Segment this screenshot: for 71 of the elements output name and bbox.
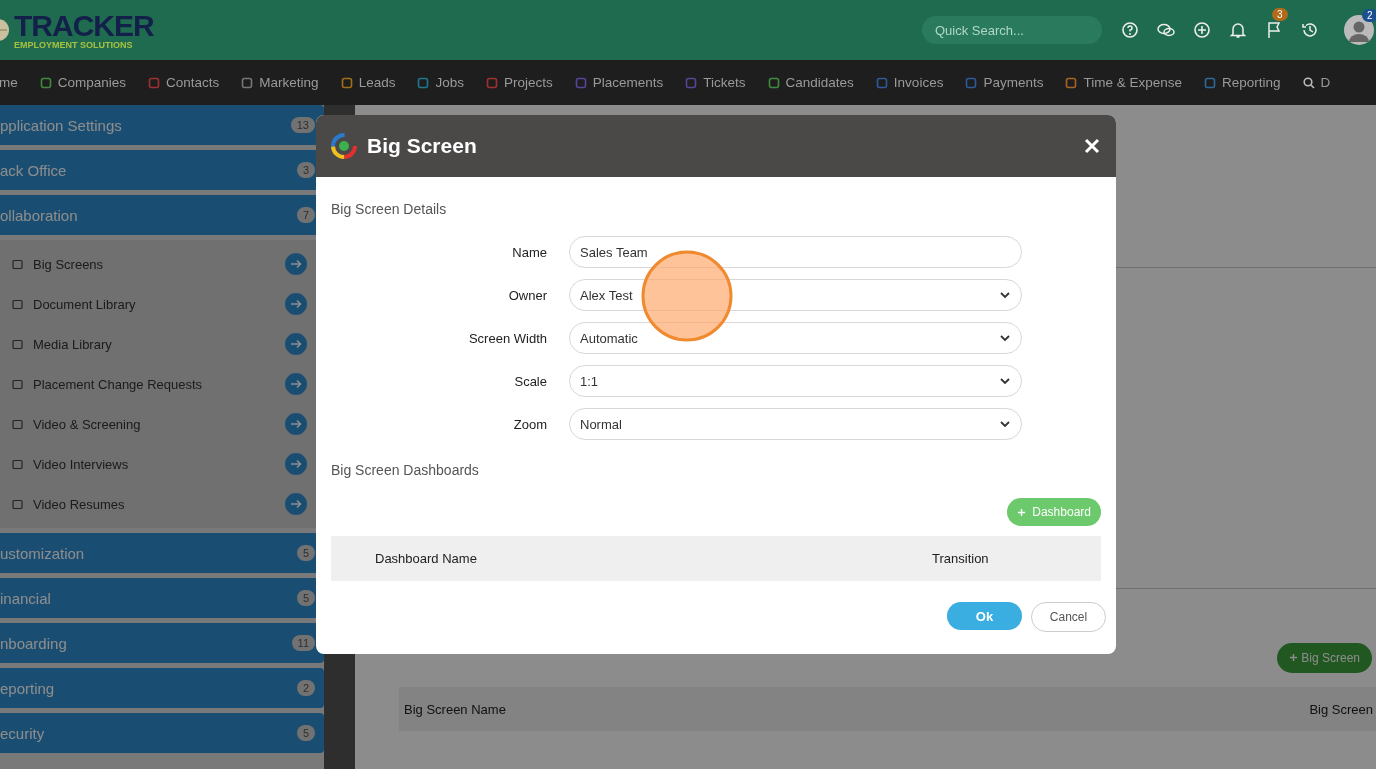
column-header: Big Screen: [1309, 701, 1373, 717]
sidebar-item[interactable]: Video & Screening: [0, 404, 324, 444]
select-field[interactable]: Normal: [569, 408, 1022, 440]
sidebar-item[interactable]: Video Resumes: [0, 484, 324, 524]
nav-item[interactable]: Marketing: [230, 75, 330, 90]
item-icon: [12, 458, 23, 470]
item-icon: [12, 258, 23, 270]
chevron-icon: [999, 375, 1011, 387]
nav-item[interactable]: Invoices: [864, 75, 955, 90]
chevron-icon: [999, 418, 1011, 430]
plus-icon: [1288, 653, 1298, 662]
item-icon: [12, 418, 23, 430]
count-badge: 13: [290, 117, 315, 133]
item-icon: [12, 378, 23, 390]
logo-subtitle: EMPLOYMENT SOLUTIONS: [14, 40, 134, 50]
nav-item[interactable]: Projects: [474, 75, 564, 90]
nav-item[interactable]: D: [1291, 75, 1342, 90]
count-badge: 2: [296, 680, 315, 696]
nav-item[interactable]: Payments: [954, 75, 1055, 90]
count-badge: 5: [296, 590, 315, 606]
nav-item[interactable]: Candidates: [756, 75, 865, 90]
section-heading: Big Screen Dashboards: [331, 462, 480, 478]
nav-item[interactable]: Placements: [563, 75, 675, 90]
count-badge: 5: [296, 725, 315, 741]
avatar-badge: 2: [1362, 9, 1376, 22]
bell-icon[interactable]: [1228, 20, 1248, 40]
select-field[interactable]: Automatic: [569, 322, 1022, 354]
select-field[interactable]: 1:1: [569, 365, 1022, 397]
nav-item[interactable]: Contacts: [137, 75, 231, 90]
logo-icon: [331, 133, 357, 159]
nav-item[interactable]: Jobs: [406, 75, 475, 90]
cancel-button[interactable]: Cancel: [1031, 602, 1106, 632]
chevron-icon: [999, 289, 1011, 301]
history-icon[interactable]: [1300, 20, 1320, 40]
section-heading: Big Screen Details: [331, 201, 448, 217]
close-icon[interactable]: [1083, 137, 1101, 155]
sidebar-item[interactable]: Document Library: [0, 284, 324, 324]
count-badge: 3: [296, 162, 315, 178]
nav-item[interactable]: Companies: [28, 75, 138, 90]
sidebar-item[interactable]: Media Library: [0, 324, 324, 364]
sidebar-item[interactable]: Placement Change Requests: [0, 364, 324, 404]
nav-item[interactable]: Reporting: [1192, 75, 1292, 90]
help-icon[interactable]: [1120, 20, 1140, 40]
nav-item[interactable]: Leads: [329, 75, 407, 90]
count-badge: 11: [291, 635, 315, 651]
nav-item[interactable]: Time & Expense: [1054, 75, 1193, 90]
count-badge: 5: [296, 545, 315, 561]
sidebar-item[interactable]: Big Screens: [0, 244, 324, 284]
field-label: Zoom: [512, 416, 548, 432]
column-header: Dashboard Name: [374, 551, 478, 566]
field-label: Scale: [513, 373, 548, 389]
search-field[interactable]: Quick Search...: [922, 16, 1102, 44]
dialog-title: Big Screen: [367, 134, 478, 158]
nav-item[interactable]: me: [0, 75, 29, 90]
field-label: Screen Width: [467, 330, 548, 346]
plus-icon: [1017, 507, 1027, 517]
item-icon: [12, 338, 23, 350]
nav-item[interactable]: Tickets: [674, 75, 757, 90]
input-field[interactable]: Sales Team: [569, 236, 1022, 268]
notification-badge: 3: [1272, 8, 1288, 21]
item-icon: [12, 298, 23, 310]
column-header: Transition: [932, 551, 989, 566]
item-icon: [12, 498, 23, 510]
chevron-icon: [999, 332, 1011, 344]
add-icon[interactable]: [1192, 20, 1212, 40]
count-badge: 7: [296, 207, 315, 223]
field-label: Name: [511, 244, 548, 260]
logo-title: TRACKER: [14, 10, 154, 41]
field-label: Owner: [507, 287, 548, 303]
sidebar-item[interactable]: Video Interviews: [0, 444, 324, 484]
column-header: Big Screen Name: [404, 701, 506, 717]
